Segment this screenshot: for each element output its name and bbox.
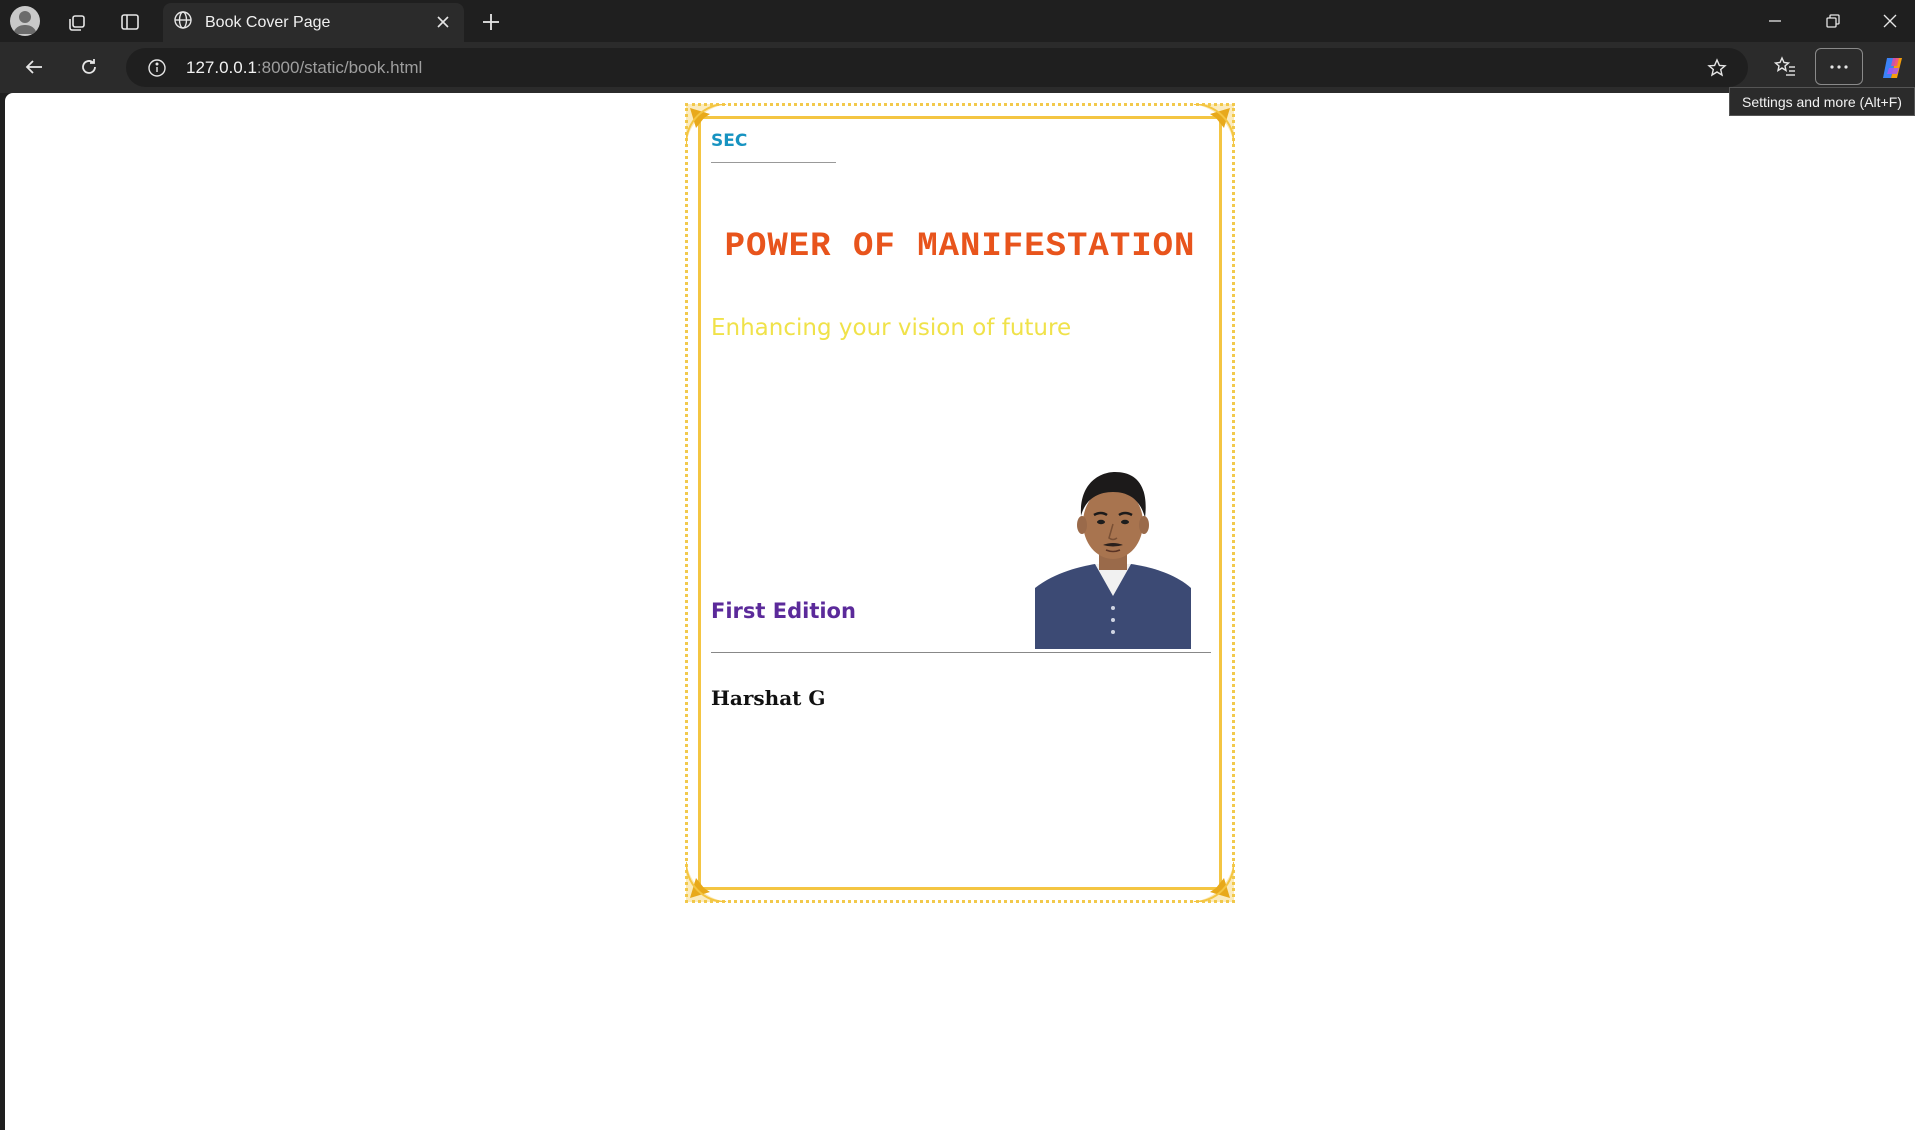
edition-divider xyxy=(711,652,1211,653)
book-cover: SEC POWER OF MANIFESTATION Enhancing you… xyxy=(685,103,1235,903)
navigation-bar: 127.0.0.1:8000/static/book.html xyxy=(0,42,1915,93)
favorite-star-icon[interactable] xyxy=(1706,57,1728,79)
new-tab-icon[interactable] xyxy=(478,9,504,35)
settings-and-more-button[interactable] xyxy=(1815,48,1863,85)
site-info-icon[interactable] xyxy=(146,57,168,79)
url-path: :8000/static/book.html xyxy=(256,57,423,77)
corner-ornament-icon xyxy=(686,856,732,902)
settings-tooltip: Settings and more (Alt+F) xyxy=(1729,87,1915,116)
corner-ornament-icon xyxy=(1188,856,1234,902)
profile-avatar-icon[interactable] xyxy=(10,6,40,36)
corner-ornament-icon xyxy=(1188,104,1234,150)
back-arrow-icon[interactable] xyxy=(21,54,47,80)
minimize-icon[interactable] xyxy=(1755,6,1795,36)
book-subtitle: Enhancing your vision of future xyxy=(711,315,1072,341)
tab-strip: Book Cover Page xyxy=(0,0,1915,42)
publisher-divider xyxy=(711,162,836,163)
globe-icon xyxy=(173,10,193,35)
refresh-icon[interactable] xyxy=(76,54,102,80)
restore-icon[interactable] xyxy=(1813,6,1853,36)
copilot-icon[interactable] xyxy=(1877,52,1909,84)
favorites-icon[interactable] xyxy=(1772,54,1798,80)
close-tab-icon[interactable] xyxy=(434,13,452,31)
tab-title: Book Cover Page xyxy=(205,13,331,31)
workspaces-icon[interactable] xyxy=(64,9,90,35)
publisher-label: SEC xyxy=(711,131,748,151)
url-host: 127.0.0.1 xyxy=(186,57,257,77)
active-tab[interactable]: Book Cover Page xyxy=(163,3,464,42)
author-photo xyxy=(1035,468,1191,649)
address-bar[interactable]: 127.0.0.1:8000/static/book.html xyxy=(126,48,1748,87)
tab-actions-icon[interactable] xyxy=(117,9,143,35)
edition-label: First Edition xyxy=(711,599,856,623)
book-title: POWER OF MANIFESTATION xyxy=(724,228,1196,266)
close-window-icon[interactable] xyxy=(1870,6,1910,36)
author-name: Harshat G xyxy=(711,686,826,710)
